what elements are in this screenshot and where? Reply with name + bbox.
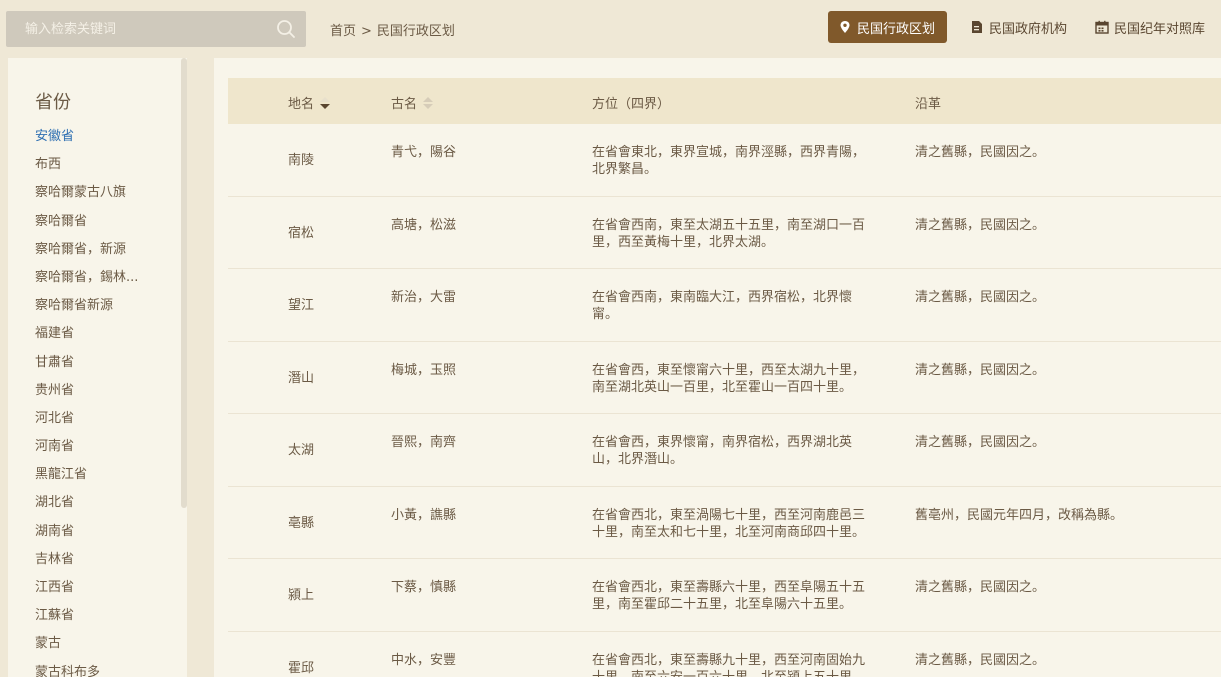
cell-old-name: 小黃，譙縣	[391, 507, 457, 523]
cell-position: 在省會西，東界懷甯，南界宿松，西界湖北英山，北界潛山。	[592, 435, 853, 467]
breadcrumb: 首页 > 民国行政区划	[330, 20, 455, 39]
cell-name: 望江	[288, 298, 315, 313]
sidebar-item[interactable]: 河南省	[35, 438, 175, 466]
sidebar-item[interactable]: 湖北省	[35, 494, 175, 522]
sort-icon[interactable]	[320, 96, 331, 110]
sidebar-item[interactable]: 甘肅省	[35, 354, 175, 382]
sidebar-item[interactable]: 河北省	[35, 410, 175, 438]
top-bar: 首页 > 民国行政区划 民国行政区划 民国政府机构 民国纪年对照库	[0, 0, 1221, 56]
calendar-icon	[1095, 20, 1109, 34]
nav-calendar-button[interactable]: 民国纪年对照库	[1095, 11, 1205, 43]
cell-position: 在省會西北，東至渦陽七十里，西至河南鹿邑三十里，南至太和七十里，北至河南商邱四十…	[592, 507, 866, 540]
column-header-name[interactable]: 地名	[288, 93, 331, 112]
sidebar-item[interactable]: 察哈爾省新源	[35, 297, 175, 325]
cell-name: 霍邱	[288, 660, 315, 676]
nav-admin-division-label: 民国行政区划	[857, 21, 936, 37]
sidebar-item[interactable]: 吉林省	[35, 551, 175, 579]
sidebar-item[interactable]: 江西省	[35, 579, 175, 607]
nav-gov-agencies-button[interactable]: 民国政府机构	[970, 11, 1067, 43]
cell-history: 清之舊縣，民國因之。	[915, 290, 1046, 305]
search-box	[6, 11, 306, 47]
cell-position: 在省會西南，東至太湖五十五里，南至湖口一百里，西至黃梅十里，北界太湖。	[592, 217, 866, 250]
nav-admin-division-button[interactable]: 民国行政区划	[828, 11, 948, 43]
cell-history: 舊亳州，民國元年四月，改稱為縣。	[915, 507, 1124, 523]
breadcrumb-separator: >	[361, 24, 372, 39]
sort-icon[interactable]	[423, 96, 434, 110]
sidebar-item[interactable]: 湖南省	[35, 523, 175, 551]
column-header-old-name-label: 古名	[391, 97, 418, 112]
sidebar-item[interactable]: 察哈爾省	[35, 213, 175, 241]
cell-old-name: 新治，大雷	[391, 290, 457, 305]
sidebar-item[interactable]: 蒙古	[35, 635, 175, 663]
cell-old-name: 中水，安豐	[391, 652, 457, 668]
cell-history: 清之舊縣，民國因之。	[915, 145, 1046, 160]
sidebar-item[interactable]: 福建省	[35, 325, 175, 353]
cell-old-name: 晉熙，南齊	[391, 435, 457, 450]
map-pin-icon	[838, 20, 852, 34]
search-icon[interactable]	[276, 19, 296, 39]
sidebar-item[interactable]: 贵州省	[35, 382, 175, 410]
province-list: 安徽省 布西 察哈爾蒙古八旗 察哈爾省 察哈爾省，新源 察哈爾省，錫林... 察…	[35, 128, 175, 677]
cell-position: 在省會東北，東界宣城，南界涇縣，西界青陽，北界繁昌。	[592, 145, 866, 177]
cell-history: 清之舊縣，民國因之。	[915, 362, 1046, 378]
sidebar-item[interactable]: 察哈爾蒙古八旗	[35, 184, 175, 212]
nav-gov-agencies-label: 民国政府机构	[989, 21, 1068, 37]
cell-old-name: 高塘，松滋	[391, 217, 457, 233]
sidebar-item[interactable]: 察哈爾省，錫林...	[35, 269, 175, 297]
column-header-history-label: 沿革	[915, 97, 942, 112]
cell-old-name: 梅城，玉照	[391, 362, 457, 378]
table-row[interactable]: 潁上 下蔡，慎縣 在省會西北，東至壽縣六十里，西至阜陽五十五里，南至霍邱二十五里…	[228, 559, 1221, 632]
table-row[interactable]: 霍邱 中水，安豐 在省會西北，東至壽縣九十里，西至河南固始九十里，南至六安一百六…	[228, 632, 1221, 677]
table-row[interactable]: 南陵 青弋，陽谷 在省會東北，東界宣城，南界涇縣，西界青陽，北界繁昌。 清之舊縣…	[228, 124, 1221, 197]
division-table: 地名 古名 方位（四界） 沿革 南陵 青弋，陽谷 在省會東北，東界宣城，南界涇縣…	[228, 78, 1221, 677]
cell-position: 在省會西南，東南臨大江，西界宿松，北界懷甯。	[592, 290, 853, 322]
document-icon	[970, 20, 984, 34]
sidebar-scrollbar[interactable]	[181, 58, 187, 508]
cell-position: 在省會西，東至懷甯六十里，西至太湖九十里，南至湖北英山一百里，北至霍山一百四十里…	[592, 362, 866, 395]
column-header-old-name[interactable]: 古名	[391, 93, 434, 112]
nav-calendar-label: 民国纪年对照库	[1114, 21, 1206, 37]
cell-name: 亳縣	[288, 515, 315, 531]
sidebar-item[interactable]: 江蘇省	[35, 607, 175, 635]
cell-history: 清之舊縣，民國因之。	[915, 217, 1046, 233]
sidebar-item[interactable]: 察哈爾省，新源	[35, 241, 175, 269]
sidebar-item[interactable]: 黑龍江省	[35, 466, 175, 494]
cell-name: 潁上	[288, 588, 315, 603]
sidebar-item[interactable]: 蒙古科布多	[35, 664, 175, 677]
search-input[interactable]	[6, 11, 270, 47]
table-row[interactable]: 宿松 高塘，松滋 在省會西南，東至太湖五十五里，南至湖口一百里，西至黃梅十里，北…	[228, 197, 1221, 269]
column-header-position: 方位（四界）	[592, 93, 670, 112]
table-row[interactable]: 太湖 晉熙，南齊 在省會西，東界懷甯，南界宿松，西界湖北英山，北界潛山。 清之舊…	[228, 414, 1221, 487]
breadcrumb-current: 民国行政区划	[376, 24, 455, 39]
table-header: 地名 古名 方位（四界） 沿革	[228, 78, 1221, 124]
table-row[interactable]: 潛山 梅城，玉照 在省會西，東至懷甯六十里，西至太湖九十里，南至湖北英山一百里，…	[228, 342, 1221, 414]
main-content: 地名 古名 方位（四界） 沿革 南陵 青弋，陽谷 在省會東北，東界宣城，南界涇縣…	[214, 58, 1221, 677]
cell-history: 清之舊縣，民國因之。	[915, 652, 1046, 668]
column-header-history: 沿革	[915, 93, 941, 112]
cell-old-name: 青弋，陽谷	[391, 145, 457, 160]
cell-position: 在省會西北，東至壽縣六十里，西至阜陽五十五里，南至霍邱二十五里，北至阜陽六十五里…	[592, 580, 866, 612]
sidebar-item-anhui[interactable]: 安徽省	[35, 128, 175, 156]
cell-name: 潛山	[288, 370, 315, 386]
cell-name: 南陵	[288, 153, 315, 168]
cell-history: 清之舊縣，民國因之。	[915, 435, 1046, 450]
sidebar-item[interactable]: 布西	[35, 156, 175, 184]
cell-name: 宿松	[288, 225, 315, 241]
cell-old-name: 下蔡，慎縣	[391, 580, 457, 595]
sidebar-title: 省份	[35, 92, 71, 113]
province-sidebar: 省份 安徽省 布西 察哈爾蒙古八旗 察哈爾省 察哈爾省，新源 察哈爾省，錫林..…	[8, 58, 187, 677]
cell-position: 在省會西北，東至壽縣九十里，西至河南固始九十里，南至六安一百六十里，北至潁上五十…	[592, 652, 866, 677]
table-row[interactable]: 望江 新治，大雷 在省會西南，東南臨大江，西界宿松，北界懷甯。 清之舊縣，民國因…	[228, 269, 1221, 342]
cell-history: 清之舊縣，民國因之。	[915, 580, 1046, 595]
cell-name: 太湖	[288, 443, 315, 458]
table-row[interactable]: 亳縣 小黃，譙縣 在省會西北，東至渦陽七十里，西至河南鹿邑三十里，南至太和七十里…	[228, 487, 1221, 559]
column-header-name-label: 地名	[288, 97, 315, 112]
column-header-position-label: 方位（四界）	[592, 97, 671, 112]
breadcrumb-home[interactable]: 首页	[330, 20, 356, 39]
